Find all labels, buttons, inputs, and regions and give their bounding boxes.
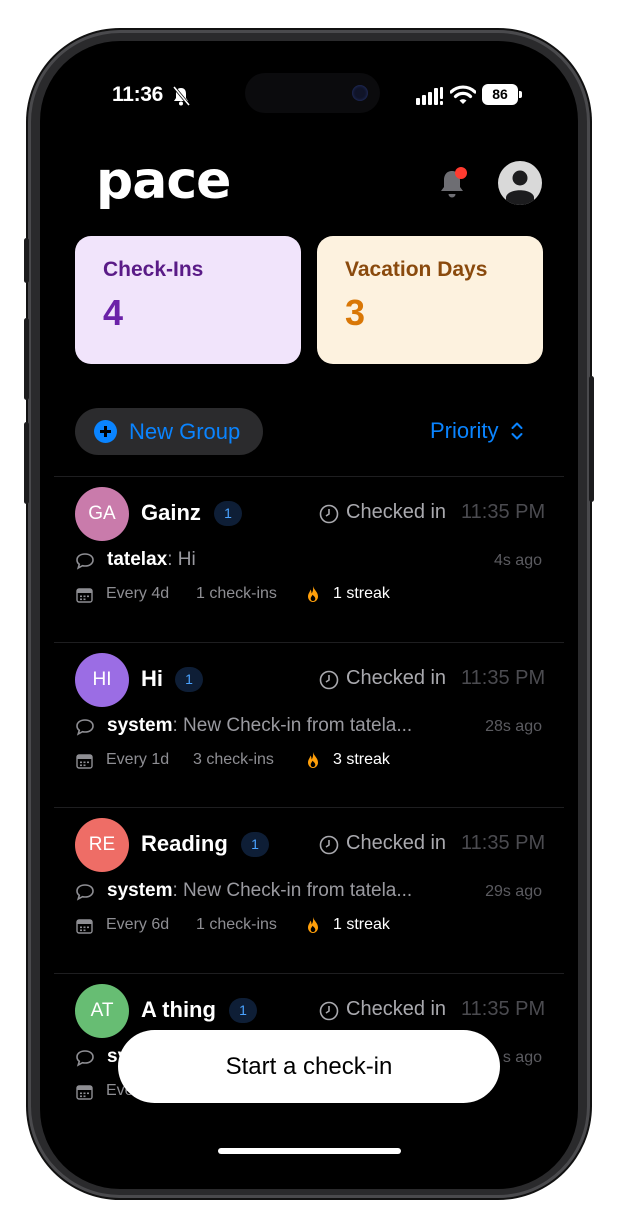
wifi-icon — [450, 85, 476, 104]
checkins-count-label: 1 check-ins — [196, 916, 277, 933]
group-count-badge: 1 — [229, 997, 257, 1023]
group-count-badge: 1 — [175, 666, 203, 692]
streak-label: 1 streak — [333, 916, 390, 933]
group-name: Gainz — [141, 500, 201, 525]
checkins-count-label: 1 check-ins — [196, 585, 277, 602]
flame-icon — [308, 586, 318, 602]
message-time-ago: 4s ago — [493, 552, 542, 569]
clock-icon — [319, 670, 339, 689]
streak-label: 3 streak — [333, 750, 390, 768]
message-time-ago: 28s ago — [485, 717, 542, 735]
last-message: system: New Check-in from tatela... — [107, 880, 457, 902]
checked-in-label: Checked in — [346, 501, 447, 523]
calendar-icon — [76, 919, 93, 934]
message-text: : New Check-in from tatela... — [172, 714, 413, 736]
message-time-ago: s ago — [502, 1048, 542, 1066]
message-bubble-icon — [76, 553, 94, 570]
sort-priority-button[interactable]: Priority — [430, 418, 498, 444]
group-name: A thing — [141, 996, 216, 1022]
checked-in-label: Checked in — [346, 832, 447, 854]
checked-in-label: Checked in — [346, 666, 447, 689]
clock-icon — [319, 504, 339, 524]
volume-up-button — [24, 318, 29, 400]
group-count-badge: 1 — [214, 501, 242, 526]
calendar-icon — [76, 588, 93, 603]
new-group-button[interactable]: New Group — [75, 408, 263, 455]
message-sender: system — [107, 714, 173, 736]
message-time-ago: 29s ago — [485, 883, 542, 900]
checked-in-time: 11:35 PM — [461, 997, 546, 1020]
vacation-days-count: 3 — [345, 292, 366, 333]
checkins-card[interactable]: Check-Ins 4 — [75, 236, 301, 364]
app-screen: 11:36 86 pace Check-Ins 4 Vacation Days … — [40, 41, 578, 1189]
group-name: Hi — [141, 665, 163, 691]
volume-down-button — [24, 422, 29, 504]
checkins-count: 4 — [103, 292, 124, 333]
frequency-label: Every 6d — [106, 916, 170, 933]
calendar-icon — [76, 753, 93, 769]
frequency-label: Every 1d — [106, 750, 170, 768]
message-sender: tatelax — [107, 549, 168, 570]
power-button — [589, 376, 594, 502]
group-avatar: GA — [75, 487, 129, 541]
new-group-label: New Group — [129, 419, 241, 444]
status-bar: 11:36 86 — [40, 83, 578, 111]
profile-avatar-icon[interactable] — [498, 161, 542, 205]
status-time: 11:36 — [112, 83, 164, 106]
checked-in-time: 11:35 PM — [461, 666, 546, 689]
app-logo: pace — [96, 151, 231, 211]
action-button — [24, 238, 29, 283]
message-text: : New Check-in from tatela... — [172, 880, 413, 901]
message-text: : Hi — [167, 549, 196, 570]
last-message: system: New Check-in from tatela... — [107, 715, 457, 737]
group-count-badge: 1 — [241, 832, 269, 857]
start-check-in-button[interactable]: Start a check-in — [118, 1030, 500, 1103]
group-name: Reading — [141, 831, 228, 856]
checkins-count-label: 3 check-ins — [193, 750, 274, 768]
notification-bell-icon[interactable] — [438, 166, 470, 200]
vacation-days-title: Vacation Days — [345, 258, 488, 281]
group-avatar: HI — [75, 652, 129, 707]
message-bubble-icon — [76, 884, 94, 901]
group-row-reading[interactable]: RE Reading 1 Checked in 11:35 PM system:… — [54, 807, 564, 973]
vacation-days-card[interactable]: Vacation Days 3 — [317, 236, 543, 364]
flame-icon — [308, 751, 318, 768]
silent-bell-icon — [172, 86, 190, 106]
group-avatar: AT — [75, 983, 129, 1038]
signal-icon — [416, 87, 443, 105]
chevron-up-down-icon[interactable] — [510, 420, 524, 442]
group-avatar: RE — [75, 818, 129, 872]
calendar-icon — [76, 1084, 93, 1100]
streak-label: 1 streak — [333, 585, 390, 602]
group-row-gainz[interactable]: GA Gainz 1 Checked in 11:35 PM tatelax: … — [54, 476, 564, 642]
message-sender: system — [107, 880, 173, 901]
group-row-hi[interactable]: HI Hi 1 Checked in 11:35 PM system: New … — [54, 641, 564, 808]
frequency-label: Every 4d — [106, 585, 170, 602]
checkins-title: Check-Ins — [103, 258, 204, 281]
flame-icon — [308, 917, 318, 933]
clock-icon — [319, 835, 339, 855]
battery-indicator: 86 — [482, 84, 522, 105]
plus-circle-icon — [94, 420, 117, 443]
last-message: tatelax: Hi — [107, 549, 457, 571]
message-bubble-icon — [76, 718, 94, 736]
clock-icon — [319, 1001, 339, 1020]
checked-in-label: Checked in — [346, 997, 447, 1020]
home-indicator[interactable] — [218, 1148, 401, 1154]
checked-in-time: 11:35 PM — [461, 501, 546, 523]
message-bubble-icon — [76, 1049, 94, 1067]
checked-in-time: 11:35 PM — [461, 832, 546, 854]
